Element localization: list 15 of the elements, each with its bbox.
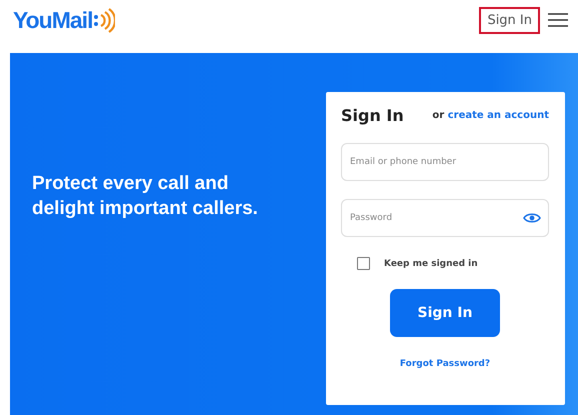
keep-signed-in-label: Keep me signed in <box>384 258 478 268</box>
create-account-link[interactable]: create an account <box>448 110 549 121</box>
card-title: Sign In <box>341 106 404 125</box>
hero-tagline: Protect every call and delight important callers. <box>32 172 259 221</box>
create-account-text: or create an account <box>432 110 549 121</box>
sign-in-link[interactable]: Sign In <box>479 6 540 34</box>
keep-signed-in-checkbox[interactable] <box>357 257 370 270</box>
menu-icon[interactable] <box>548 12 568 28</box>
sign-in-button[interactable]: Sign In <box>390 289 500 337</box>
password-field[interactable]: Password <box>341 199 549 237</box>
logo-text: YouMail <box>13 6 92 34</box>
sound-waves-icon <box>93 7 116 33</box>
email-field[interactable]: Email or phone number <box>341 143 549 181</box>
forgot-password-link[interactable]: Forgot Password? <box>400 359 490 369</box>
eye-icon[interactable] <box>523 212 541 224</box>
